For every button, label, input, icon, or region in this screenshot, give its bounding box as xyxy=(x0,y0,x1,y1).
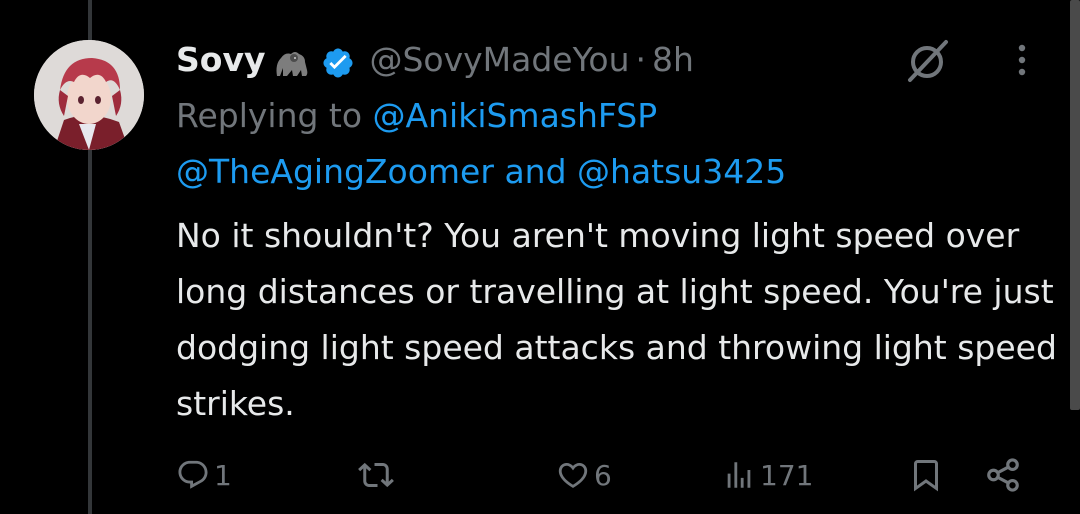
replying-to: Replying to @AnikiSmashFSP @TheAgingZoom… xyxy=(176,88,1036,200)
reply-icon xyxy=(178,460,208,489)
mention-link[interactable]: @TheAgingZoomer xyxy=(176,152,494,191)
like-button[interactable]: 6 xyxy=(556,450,612,500)
like-icon xyxy=(558,462,588,488)
views-icon xyxy=(727,462,751,488)
reply-count: 1 xyxy=(214,458,232,492)
retweet-button[interactable] xyxy=(358,450,398,500)
mention-link[interactable]: @AnikiSmashFSP xyxy=(373,96,658,135)
like-count: 6 xyxy=(594,458,612,492)
views-count: 171 xyxy=(760,458,814,492)
avatar-image xyxy=(34,40,144,150)
avatar[interactable] xyxy=(34,40,144,150)
replying-and: and xyxy=(504,152,567,191)
tweet-header: Sovy @SovyMadeYou · 8h xyxy=(176,34,694,86)
bookmark-icon xyxy=(914,460,938,492)
display-name[interactable]: Sovy xyxy=(176,34,265,86)
bookmark-button[interactable] xyxy=(908,450,944,500)
share-icon xyxy=(987,458,1019,492)
user-handle[interactable]: @SovyMadeYou xyxy=(369,34,629,86)
views-button[interactable]: 171 xyxy=(722,450,813,500)
timestamp[interactable]: 8h xyxy=(652,34,694,86)
reply-button[interactable]: 1 xyxy=(176,450,232,500)
separator-dot: · xyxy=(635,40,647,79)
replying-prefix: Replying to xyxy=(176,96,363,135)
gorilla-emoji-icon xyxy=(273,43,311,77)
share-button[interactable] xyxy=(984,450,1022,500)
grok-icon[interactable] xyxy=(902,36,952,86)
mention-link[interactable]: @hatsu3425 xyxy=(577,152,786,191)
retweet-icon xyxy=(358,462,394,488)
more-options-icon[interactable] xyxy=(1010,40,1034,80)
tweet-text: No it shouldn't? You aren't moving light… xyxy=(176,216,1057,423)
verified-badge-icon[interactable] xyxy=(321,43,355,78)
scrollbar[interactable] xyxy=(1070,0,1080,410)
